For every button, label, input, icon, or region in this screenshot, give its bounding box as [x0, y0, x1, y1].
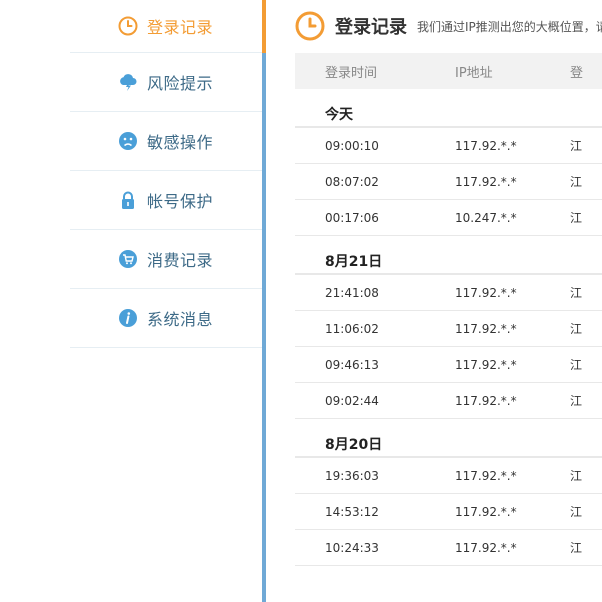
login-ip: 117.92.*.*: [455, 504, 517, 519]
table-row: 00:17:06 10.247.*.* 江: [295, 200, 602, 236]
login-ip: 117.92.*.*: [455, 138, 517, 153]
sidebar-item-risk-alerts[interactable]: 风险提示: [70, 53, 262, 112]
login-ip: 117.92.*.*: [455, 285, 517, 300]
table-row: 09:00:10 117.92.*.* 江: [295, 128, 602, 164]
table-row: 11:06:02 117.92.*.* 江: [295, 311, 602, 347]
sidebar-item-system-messages[interactable]: 系统消息: [70, 289, 262, 348]
clock-icon: [118, 16, 138, 36]
sad-face-icon: [118, 131, 138, 151]
sidebar-item-label: 帐号保护: [147, 192, 214, 211]
clock-icon: [295, 11, 325, 41]
sidebar-divider: [262, 0, 266, 602]
sidebar-item-account-protection[interactable]: 帐号保护: [70, 171, 262, 230]
login-ip: 117.92.*.*: [455, 357, 517, 372]
login-location: 江: [570, 139, 583, 153]
sidebar-item-label: 登录记录: [147, 18, 214, 37]
login-time: 10:24:33: [325, 540, 379, 555]
sidebar-item-sensitive-ops[interactable]: 敏感操作: [70, 112, 262, 171]
sidebar: 登录记录 风险提示 敏感操作 帐号保护 消费记录 系统消息: [70, 0, 262, 348]
login-time: 11:06:02: [325, 321, 379, 336]
login-location: 江: [570, 175, 583, 189]
login-location: 江: [570, 211, 583, 225]
login-records-table: 登录时间 IP地址 登 今天 09:00:10 117.92.*.* 江 08:…: [295, 53, 602, 566]
page-description: 我们通过IP推测出您的大概位置，请: [417, 19, 602, 34]
table-row: 14:53:12 117.92.*.* 江: [295, 494, 602, 530]
sidebar-item-label: 敏感操作: [147, 133, 214, 152]
sidebar-item-purchase-records[interactable]: 消费记录: [70, 230, 262, 289]
login-ip: 117.92.*.*: [455, 321, 517, 336]
login-location: 江: [570, 322, 583, 336]
login-time: 00:17:06: [325, 210, 379, 225]
table-row: 10:24:33 117.92.*.* 江: [295, 530, 602, 566]
column-header-ip: IP地址: [455, 65, 493, 81]
login-time: 09:00:10: [325, 138, 379, 153]
table-row: 21:41:08 117.92.*.* 江: [295, 275, 602, 311]
sidebar-item-label: 系统消息: [147, 310, 214, 329]
group-title: 今天: [295, 89, 602, 128]
table-row: 19:36:03 117.92.*.* 江: [295, 458, 602, 494]
sidebar-item-label: 消费记录: [147, 251, 214, 270]
storm-cloud-icon: [118, 72, 138, 92]
login-location: 江: [570, 286, 583, 300]
login-ip: 117.92.*.*: [455, 468, 517, 483]
login-time: 09:46:13: [325, 357, 379, 372]
column-header-location: 登: [570, 65, 584, 81]
login-location: 江: [570, 505, 583, 519]
login-ip: 117.92.*.*: [455, 393, 517, 408]
login-time: 19:36:03: [325, 468, 379, 483]
login-ip: 10.247.*.*: [455, 210, 517, 225]
login-time: 08:07:02: [325, 174, 379, 189]
login-ip: 117.92.*.*: [455, 540, 517, 555]
table-row: 09:02:44 117.92.*.* 江: [295, 383, 602, 419]
cart-icon: [118, 249, 138, 269]
active-indicator: [262, 0, 266, 53]
info-icon: [118, 308, 138, 328]
sidebar-item-label: 风险提示: [147, 74, 214, 93]
sidebar-item-login-records[interactable]: 登录记录: [70, 0, 262, 53]
login-time: 21:41:08: [325, 285, 379, 300]
table-row: 08:07:02 117.92.*.* 江: [295, 164, 602, 200]
login-location: 江: [570, 358, 583, 372]
login-ip: 117.92.*.*: [455, 174, 517, 189]
login-location: 江: [570, 394, 583, 408]
group-title: 8月21日: [295, 236, 602, 275]
group-title: 8月20日: [295, 419, 602, 458]
page-title: 登录记录: [335, 17, 407, 38]
column-header-time: 登录时间: [325, 65, 378, 81]
page-header: 登录记录 我们通过IP推测出您的大概位置，请: [295, 6, 602, 46]
lock-icon: [118, 190, 138, 210]
table-row: 09:46:13 117.92.*.* 江: [295, 347, 602, 383]
login-time: 09:02:44: [325, 393, 379, 408]
login-location: 江: [570, 469, 583, 483]
table-header: 登录时间 IP地址 登: [295, 53, 602, 89]
login-location: 江: [570, 541, 583, 555]
login-time: 14:53:12: [325, 504, 379, 519]
